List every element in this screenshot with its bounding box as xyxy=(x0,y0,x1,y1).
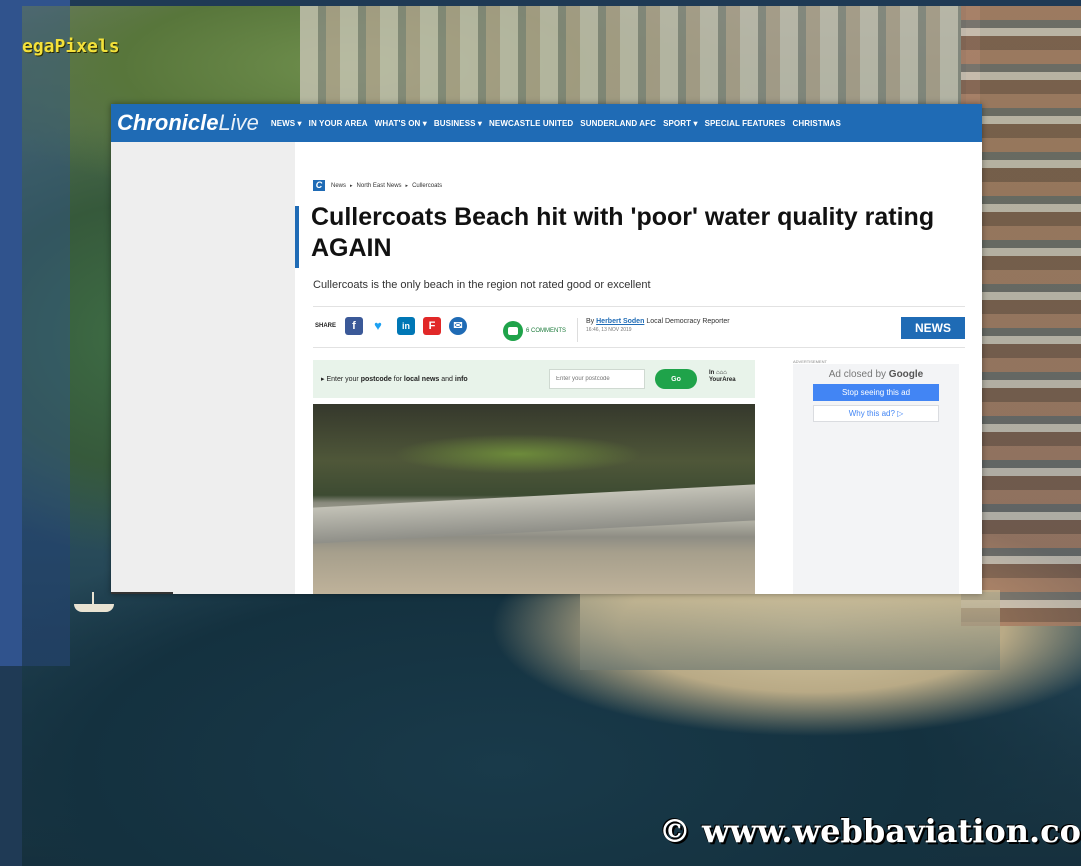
article-title: Cullercoats Beach hit with 'poor' water … xyxy=(311,203,935,262)
chronicle-screenshot: ChronicleLive NEWS ▾ IN YOUR AREA WHAT'S… xyxy=(111,104,982,594)
author-link[interactable]: Herbert Soden xyxy=(596,318,644,325)
photo-seawall xyxy=(580,590,1000,670)
hero-seawall xyxy=(313,484,755,544)
author-role: Local Democracy Reporter xyxy=(646,318,730,325)
breadcrumb-cullercoats[interactable]: Cullercoats xyxy=(412,183,442,189)
brand-light: Live xyxy=(218,110,259,135)
title-accent xyxy=(295,206,299,268)
share-bar: SHARE f ♥ in F ✉ 6 COMMENTS By Herbert S… xyxy=(313,306,965,348)
why-this-ad-button[interactable]: Why this ad? ▷ xyxy=(813,405,939,422)
nav-business[interactable]: BUSINESS ▾ xyxy=(434,119,482,128)
left-strip xyxy=(111,592,173,594)
postcode-go-button[interactable]: Go xyxy=(655,369,697,389)
nav-newcastle-united[interactable]: NEWCASTLE UNITED xyxy=(489,119,573,128)
section-tag[interactable]: NEWS xyxy=(901,317,965,339)
article-hero-image xyxy=(313,404,755,594)
postcode-input[interactable] xyxy=(549,369,645,389)
photo-edge xyxy=(22,6,70,666)
breadcrumb-north-east-news[interactable]: North East News xyxy=(357,183,402,189)
brand-bold: Chronicle xyxy=(117,110,219,135)
main-nav: NEWS ▾ IN YOUR AREA WHAT'S ON ▾ BUSINESS… xyxy=(271,119,848,128)
linkedin-icon[interactable]: in xyxy=(397,317,415,335)
boat xyxy=(74,604,114,612)
comments-count: 6 COMMENTS xyxy=(526,328,567,334)
facebook-icon[interactable]: f xyxy=(345,317,363,335)
byline-prefix: By xyxy=(586,318,595,325)
nav-whats-on[interactable]: WHAT'S ON ▾ xyxy=(375,119,427,128)
nav-news[interactable]: NEWS ▾ xyxy=(271,119,302,128)
in-your-area-logo: In ⌂⌂⌂ YourArea xyxy=(709,370,736,383)
nav-sunderland-afc[interactable]: SUNDERLAND AFC xyxy=(580,119,656,128)
hero-seaweed xyxy=(393,434,643,474)
comment-icon xyxy=(503,321,523,341)
breadcrumb: C News ▸ North East News ▸ Cullercoats xyxy=(313,180,442,191)
postcode-prompt: ▸ Enter your postcode for local news and… xyxy=(321,376,468,383)
nav-sport[interactable]: SPORT ▾ xyxy=(663,119,698,128)
nav-special-features[interactable]: SPECIAL FEATURES xyxy=(705,119,786,128)
site-header: ChronicleLive NEWS ▾ IN YOUR AREA WHAT'S… xyxy=(111,104,982,142)
ad-slot: Ad closed by Google Stop seeing this ad … xyxy=(793,364,959,594)
nav-in-your-area[interactable]: IN YOUR AREA xyxy=(309,119,368,128)
chevron-right-icon: ▸ xyxy=(405,182,409,189)
photo-street xyxy=(300,6,980,106)
article-subtitle: Cullercoats is the only beach in the reg… xyxy=(313,279,651,291)
byline: By Herbert Soden Local Democracy Reporte… xyxy=(577,318,730,342)
postcode-widget: ▸ Enter your postcode for local news and… xyxy=(313,360,755,398)
article-main: C News ▸ North East News ▸ Cullercoats C… xyxy=(295,142,982,594)
comments-link[interactable]: 6 COMMENTS xyxy=(503,321,566,341)
nav-christmas[interactable]: CHRISTMAS xyxy=(792,119,840,128)
chevron-right-icon: ▸ xyxy=(350,182,353,189)
twitter-icon[interactable]: ♥ xyxy=(369,317,387,335)
ad-closed-text: Ad closed by Google xyxy=(828,369,924,380)
article-timestamp: 16:46, 13 NOV 2019 xyxy=(586,327,632,333)
site-logo[interactable]: ChronicleLive xyxy=(117,110,259,136)
breadcrumb-news[interactable]: News xyxy=(331,183,346,189)
megapixels-badge: egaPixels xyxy=(22,36,120,57)
chronicle-c-icon[interactable]: C xyxy=(313,180,325,191)
share-label: SHARE xyxy=(315,323,337,329)
email-icon[interactable]: ✉ xyxy=(449,317,467,335)
stop-seeing-ad-button[interactable]: Stop seeing this ad xyxy=(813,384,939,401)
copyright-watermark: © www.webbaviation.co xyxy=(658,812,1081,850)
flipboard-icon[interactable]: F xyxy=(423,317,441,335)
